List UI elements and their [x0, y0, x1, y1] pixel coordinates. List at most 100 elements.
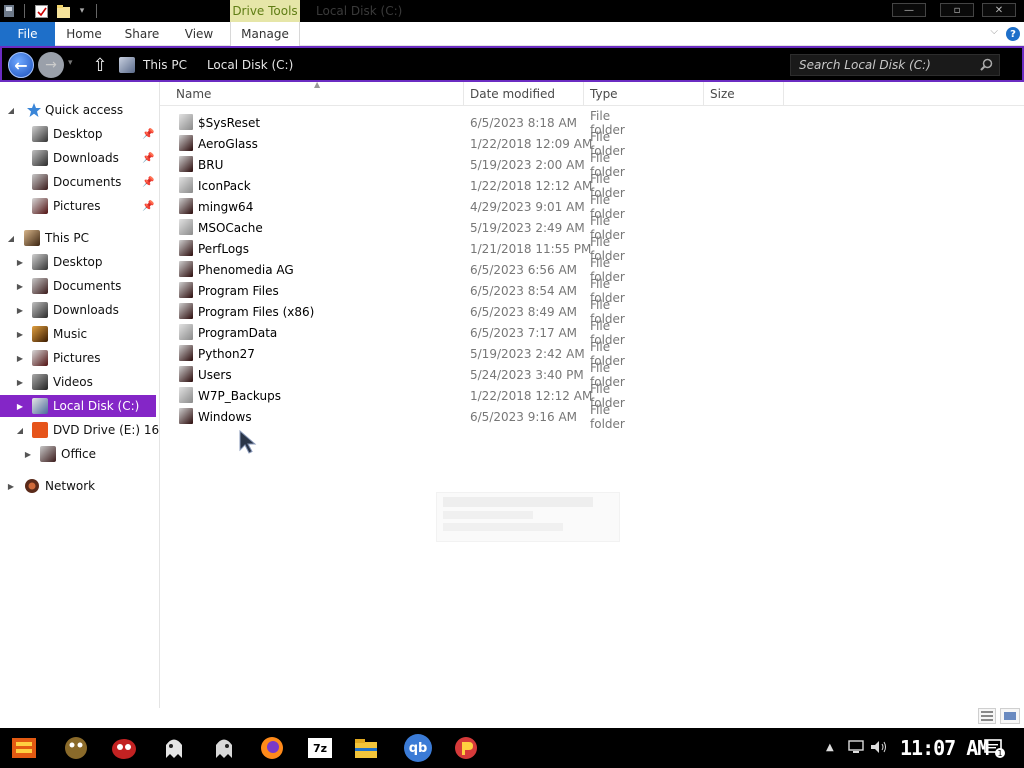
- close-button[interactable]: ✕: [982, 3, 1016, 17]
- tab-home[interactable]: Home: [60, 22, 108, 46]
- pin-icon[interactable]: 📌: [142, 177, 154, 188]
- nav-pc-downloads[interactable]: ▶ Downloads: [0, 299, 160, 321]
- network-tray-icon[interactable]: [848, 740, 864, 754]
- expand-chevron-icon[interactable]: ▶: [15, 305, 25, 315]
- file-explorer-app-icon[interactable]: [352, 734, 380, 762]
- folder-icon: [179, 408, 193, 424]
- tab-view[interactable]: View: [176, 22, 222, 46]
- address-bar[interactable]: This PC Local Disk (C:): [115, 52, 805, 78]
- file-row[interactable]: $SysReset 6/5/2023 8:18 AM File folder: [176, 109, 646, 137]
- action-center-button[interactable]: 1: [984, 738, 1005, 758]
- taskbar-clock[interactable]: 11:07 AM: [900, 736, 989, 760]
- expand-ribbon-icon[interactable]: ⌵: [990, 26, 998, 37]
- file-row[interactable]: AeroGlass 1/22/2018 12:09 AM File folder: [176, 130, 646, 158]
- nav-pc-documents[interactable]: ▶ Documents: [0, 275, 160, 297]
- file-date-modified: 1/21/2018 11:55 PM: [470, 241, 592, 256]
- file-row[interactable]: Program Files 6/5/2023 8:54 AM File folder: [176, 277, 646, 305]
- file-row[interactable]: Users 5/24/2023 3:40 PM File folder: [176, 361, 646, 389]
- up-button[interactable]: ⇧: [90, 54, 110, 76]
- recent-locations-chevron-icon[interactable]: ▾: [68, 58, 73, 68]
- expand-chevron-icon[interactable]: ▶: [15, 353, 25, 363]
- details-view-button[interactable]: [978, 708, 996, 724]
- nav-pc-local-disk[interactable]: ▶ Local Disk (C:): [0, 395, 156, 417]
- tab-manage[interactable]: Manage: [230, 22, 300, 46]
- nav-qa-downloads[interactable]: Downloads 📌: [0, 147, 160, 169]
- collapse-chevron-icon[interactable]: ◢: [6, 105, 16, 115]
- search-icon[interactable]: [980, 58, 993, 71]
- nav-pc-office[interactable]: ▶ Office: [0, 443, 160, 465]
- expand-chevron-icon[interactable]: ▶: [23, 449, 33, 459]
- search-input[interactable]: Search Local Disk (C:): [790, 54, 1000, 76]
- file-row[interactable]: Phenomedia AG 6/5/2023 6:56 AM File folder: [176, 256, 646, 284]
- nav-pc-desktop[interactable]: ▶ Desktop: [0, 251, 160, 273]
- file-row[interactable]: Program Files (x86) 6/5/2023 8:49 AM File …: [176, 298, 646, 326]
- expand-chevron-icon[interactable]: ▶: [15, 329, 25, 339]
- back-button[interactable]: ←: [8, 52, 34, 78]
- column-date-modified[interactable]: Date modified: [464, 82, 584, 106]
- minimize-button[interactable]: —: [892, 3, 926, 17]
- red-robot-app-icon[interactable]: [110, 734, 138, 762]
- show-hidden-icons-chevron-icon[interactable]: ▲: [826, 742, 834, 753]
- column-name[interactable]: Name: [170, 82, 464, 106]
- collapse-chevron-icon[interactable]: ◢: [6, 233, 16, 243]
- volume-icon[interactable]: [870, 740, 888, 754]
- this-pc-icon: [119, 57, 135, 73]
- file-row[interactable]: PerfLogs 1/21/2018 11:55 PM File folder: [176, 235, 646, 263]
- expand-chevron-icon[interactable]: ▶: [15, 377, 25, 387]
- breadcrumb-local-disk[interactable]: Local Disk (C:): [207, 58, 293, 72]
- maximize-button[interactable]: ▫: [940, 3, 974, 17]
- expand-chevron-icon[interactable]: ▶: [15, 281, 25, 291]
- sevenzip-app-icon[interactable]: 7z: [306, 736, 334, 760]
- file-row[interactable]: mingw64 4/29/2023 9:01 AM File folder: [176, 193, 646, 221]
- file-explorer-window: ▾ Drive Tools Local Disk (C:) — ▫ ✕ File…: [0, 0, 1024, 728]
- file-name: Windows: [198, 409, 252, 424]
- file-name: $SysReset: [198, 115, 261, 130]
- file-row[interactable]: ProgramData 6/5/2023 7:17 AM File folder: [176, 319, 646, 347]
- pin-icon[interactable]: 📌: [142, 201, 154, 212]
- nav-pc-music-label: Music: [53, 327, 88, 341]
- ghost-app-icon[interactable]: [160, 734, 188, 762]
- nav-quick-access[interactable]: ◢ Quick access: [0, 99, 160, 121]
- expand-chevron-icon[interactable]: ▶: [6, 481, 16, 491]
- nav-qa-pictures[interactable]: Pictures 📌: [0, 195, 160, 217]
- hermit-crab-app-icon[interactable]: [62, 734, 90, 762]
- pin-icon[interactable]: 📌: [142, 129, 154, 140]
- nav-pc-music[interactable]: ▶ Music: [0, 323, 160, 345]
- file-row[interactable]: Python27 5/19/2023 2:42 AM File folder: [176, 340, 646, 368]
- large-icons-view-button[interactable]: [1000, 708, 1020, 724]
- breadcrumb-this-pc[interactable]: This PC: [143, 58, 187, 72]
- file-row[interactable]: IconPack 1/22/2018 12:12 AM File folder: [176, 172, 646, 200]
- column-size[interactable]: Size: [704, 82, 784, 106]
- nav-pc-office-label: Office: [61, 447, 97, 461]
- ghost-app-2-icon[interactable]: [210, 734, 238, 762]
- start-button[interactable]: [10, 734, 38, 762]
- file-row[interactable]: W7P_Backups 1/22/2018 12:12 AM File folder: [176, 382, 646, 410]
- window-title: Local Disk (C:): [316, 4, 403, 18]
- pixel-app-icon[interactable]: [452, 734, 480, 762]
- forward-button[interactable]: →: [38, 52, 64, 78]
- nav-qa-desktop[interactable]: Desktop 📌: [0, 123, 160, 145]
- properties-icon[interactable]: [34, 3, 48, 19]
- tab-file[interactable]: File: [0, 22, 55, 46]
- new-folder-icon[interactable]: [56, 3, 70, 19]
- file-row[interactable]: BRU 5/19/2023 2:00 AM File folder: [176, 151, 646, 179]
- file-row[interactable]: Windows 6/5/2023 9:16 AM File folder: [176, 403, 646, 431]
- nav-qa-documents[interactable]: Documents 📌: [0, 171, 160, 193]
- pin-icon[interactable]: 📌: [142, 153, 154, 164]
- expand-chevron-icon[interactable]: ▶: [15, 401, 25, 411]
- explorer-app-icon[interactable]: [2, 3, 16, 19]
- collapse-chevron-icon[interactable]: ◢: [15, 425, 25, 435]
- firefox-app-icon[interactable]: [258, 734, 286, 762]
- file-row[interactable]: MSOCache 5/19/2023 2:49 AM File folder: [176, 214, 646, 242]
- nav-pc-videos[interactable]: ▶ Videos: [0, 371, 160, 393]
- column-type[interactable]: Type: [584, 82, 704, 106]
- customize-qa-chevron-icon[interactable]: ▾: [76, 3, 88, 19]
- nav-this-pc[interactable]: ◢ This PC: [0, 227, 160, 249]
- nav-pc-pictures[interactable]: ▶ Pictures: [0, 347, 160, 369]
- qbittorrent-app-icon[interactable]: qb: [404, 734, 432, 762]
- expand-chevron-icon[interactable]: ▶: [15, 257, 25, 267]
- nav-pc-dvd-drive[interactable]: ◢ DVD Drive (E:) 16.0.: [0, 419, 160, 441]
- help-icon[interactable]: ?: [1006, 27, 1020, 41]
- nav-network[interactable]: ▶ Network: [0, 475, 160, 497]
- tab-share[interactable]: Share: [118, 22, 166, 46]
